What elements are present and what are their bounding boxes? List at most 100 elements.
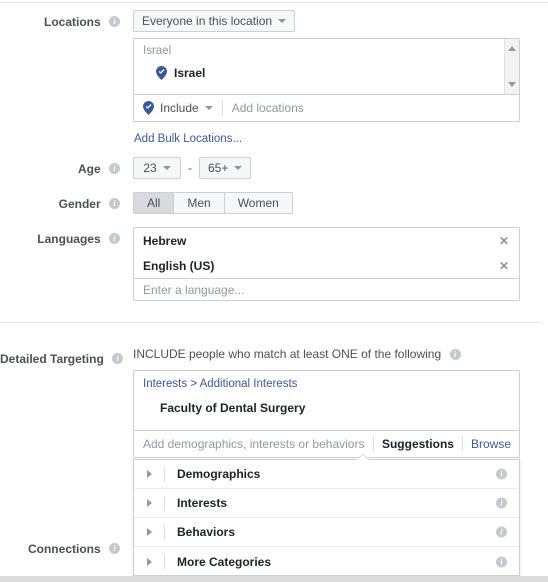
browse-category-interests[interactable]: Interests i <box>134 489 519 518</box>
connections-label-text: Connections <box>27 541 101 556</box>
gender-label: Gender i <box>0 196 120 211</box>
gender-segmented-control: All Men Women <box>133 192 293 214</box>
info-icon[interactable]: i <box>496 497 507 509</box>
close-icon[interactable]: ✕ <box>499 259 509 273</box>
dropdown-pointer-icon <box>357 455 369 460</box>
languages-box: Hebrew ✕ English (US) ✕ Enter a language… <box>133 227 520 301</box>
divider <box>164 524 165 540</box>
detailed-targeting-label-text: Detailed Targeting <box>0 351 104 366</box>
add-locations-input[interactable]: Add locations <box>232 101 304 115</box>
language-input[interactable]: Enter a language... <box>134 279 519 301</box>
info-icon[interactable]: i <box>112 353 124 365</box>
age-max-value: 65+ <box>208 161 229 175</box>
info-icon[interactable]: i <box>109 233 120 245</box>
detailed-targeting-input[interactable]: Add demographics, interests or behaviors <box>143 437 365 451</box>
age-max-dropdown[interactable]: 65+ <box>199 157 252 179</box>
language-list-item: Hebrew ✕ <box>134 228 519 253</box>
location-mode-dropdown[interactable]: Everyone in this location <box>133 10 296 32</box>
detailed-targeting-include-text: INCLUDE people who match at least ONE of… <box>133 347 461 361</box>
include-description: INCLUDE people who match at least ONE of… <box>133 347 442 361</box>
map-pin-check-icon <box>143 101 154 115</box>
chevron-down-icon <box>162 166 171 170</box>
breadcrumb: Interests > Additional Interests <box>143 378 297 390</box>
page-background-strip <box>0 576 548 582</box>
breadcrumb-separator: > <box>190 378 198 390</box>
detailed-targeting-input-row: Add demographics, interests or behaviors… <box>134 431 519 456</box>
info-icon[interactable]: i <box>109 198 120 210</box>
ads-targeting-panel: Locations i Everyone in this location Is… <box>0 0 548 582</box>
locations-label: Locations i <box>0 14 120 29</box>
browse-category-more-categories[interactable]: More Categories i <box>134 547 519 576</box>
chevron-right-icon <box>147 528 152 536</box>
divider <box>164 554 165 569</box>
divider <box>461 436 463 451</box>
scroll-up-arrow-icon[interactable] <box>508 46 516 51</box>
selected-interest-term[interactable]: Faculty of Dental Surgery <box>160 401 305 415</box>
languages-label: Languages i <box>0 231 120 246</box>
locations-label-text: Locations <box>43 14 101 29</box>
scroll-down-arrow-icon[interactable] <box>508 82 516 87</box>
age-range-row: 23 - 65+ <box>133 157 252 179</box>
info-icon[interactable]: i <box>496 468 507 480</box>
divider <box>164 495 165 511</box>
info-icon[interactable]: i <box>496 526 507 538</box>
gender-label-text: Gender <box>58 196 101 211</box>
chevron-right-icon <box>147 557 152 566</box>
detailed-targeting-label: Detailed Targeting i <box>0 351 124 366</box>
connections-label: Connections i <box>0 541 120 556</box>
age-min-value: 23 <box>143 161 157 175</box>
age-label-text: Age <box>77 161 101 176</box>
locations-box: Israel Israel Include Add locations <box>133 38 520 122</box>
age-min-dropdown[interactable]: 23 <box>133 157 181 179</box>
age-label: Age i <box>0 161 120 176</box>
include-exclude-dropdown[interactable]: Include <box>143 101 213 115</box>
gender-option-women[interactable]: Women <box>224 192 293 214</box>
info-icon[interactable]: i <box>449 349 461 361</box>
suggestions-button[interactable]: Suggestions <box>382 437 454 451</box>
gender-option-men[interactable]: Men <box>174 192 225 214</box>
browse-category-demographics[interactable]: Demographics i <box>134 460 519 489</box>
include-label: Include <box>160 101 199 115</box>
browse-category-label: More Categories <box>177 554 272 569</box>
locations-input-row: Include Add locations <box>134 95 519 121</box>
language-list-item: English (US) ✕ <box>134 253 519 278</box>
browse-category-label: Demographics <box>177 467 261 481</box>
locations-list: Israel Israel <box>134 39 519 95</box>
locations-group-header: Israel <box>143 45 172 57</box>
gender-option-all[interactable]: All <box>133 192 175 214</box>
info-icon[interactable]: i <box>496 556 507 567</box>
chevron-down-icon <box>234 166 243 170</box>
info-icon[interactable]: i <box>109 543 120 555</box>
location-list-item[interactable]: Israel <box>156 66 205 80</box>
close-icon[interactable]: ✕ <box>499 234 509 248</box>
browse-categories-dropdown: Demographics i Interests i Behaviors i M… <box>133 459 520 576</box>
language-item-label: Hebrew <box>143 233 187 248</box>
info-icon[interactable]: i <box>109 163 120 175</box>
language-input-placeholder: Enter a language... <box>143 283 245 297</box>
location-list-item-label: Israel <box>174 66 206 80</box>
browse-category-label: Interests <box>177 496 228 510</box>
chevron-right-icon <box>147 499 152 507</box>
browse-category-label: Behaviors <box>177 525 236 539</box>
top-divider <box>0 2 548 3</box>
divider <box>164 466 165 482</box>
add-bulk-locations-link[interactable]: Add Bulk Locations... <box>134 133 242 145</box>
divider <box>221 100 223 116</box>
locations-scrollbar[interactable] <box>504 39 519 94</box>
detailed-targeting-selection: Interests > Additional Interests Faculty… <box>134 371 519 431</box>
chevron-right-icon <box>147 470 152 478</box>
info-icon[interactable]: i <box>109 16 120 28</box>
languages-label-text: Languages <box>37 231 101 246</box>
browse-category-behaviors[interactable]: Behaviors i <box>134 518 519 547</box>
languages-list: Hebrew ✕ English (US) ✕ <box>134 228 519 279</box>
location-mode-value: Everyone in this location <box>142 14 273 28</box>
breadcrumb-child-link[interactable]: Additional Interests <box>200 378 298 390</box>
detailed-targeting-box: Interests > Additional Interests Faculty… <box>133 370 520 458</box>
breadcrumb-root-link[interactable]: Interests <box>143 378 187 390</box>
language-item-label: English (US) <box>143 258 215 273</box>
chevron-down-icon <box>278 19 287 23</box>
map-pin-check-icon <box>156 66 167 80</box>
browse-button[interactable]: Browse <box>471 437 511 451</box>
section-divider <box>0 322 541 323</box>
chevron-down-icon <box>204 106 213 110</box>
